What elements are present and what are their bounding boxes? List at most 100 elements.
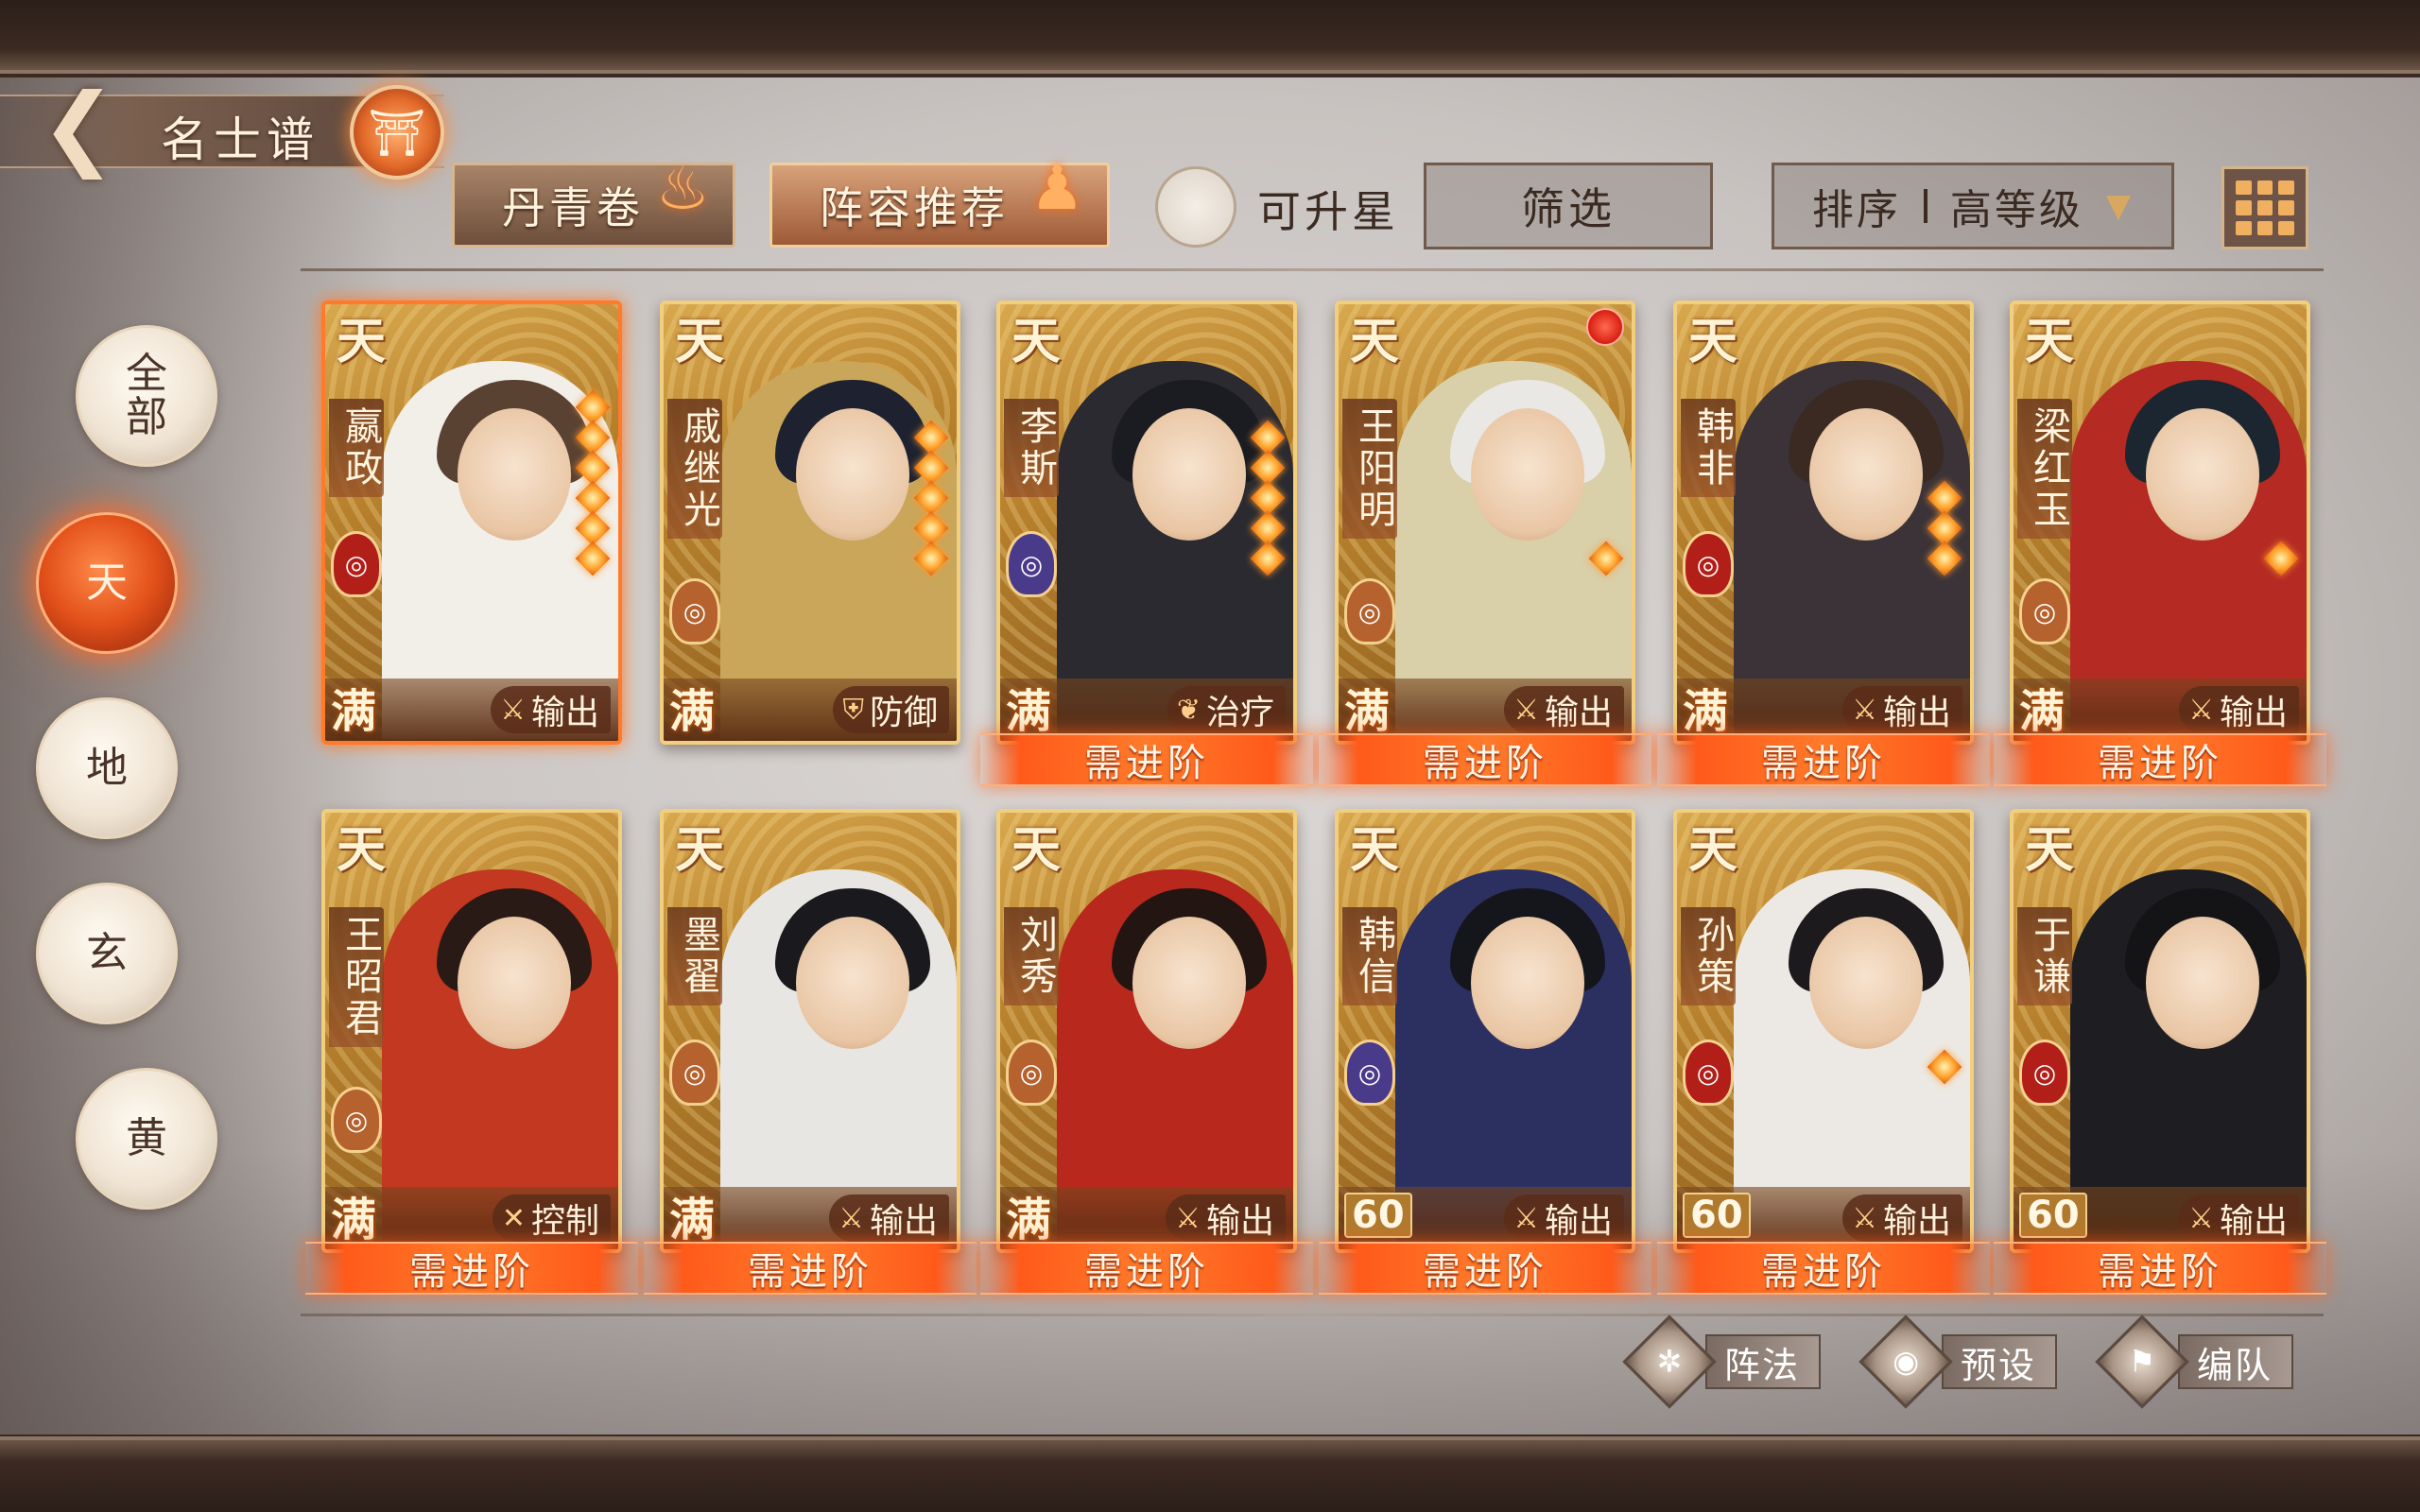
hero-role: ⚔ 输出 [1504, 686, 1624, 733]
divider-top [301, 268, 2324, 271]
tier-badge: 天 [674, 312, 724, 370]
role-label: 输出 [1882, 1202, 1951, 1241]
advance-required-banner[interactable]: 需进阶 [644, 1242, 977, 1295]
hero-face [2146, 408, 2259, 541]
formation-button[interactable]: ✲ 阵法 [1622, 1314, 1822, 1409]
arrow-left-icon: ❮ [40, 74, 117, 180]
tier-badge: 天 [1349, 312, 1399, 370]
advance-required-banner[interactable]: 需进阶 [1319, 733, 1651, 786]
role-label: 输出 [1205, 1202, 1274, 1241]
star-icon [1927, 1049, 1962, 1085]
hero-face [458, 408, 571, 541]
cross-icon: ✕ [501, 1201, 526, 1235]
hero-level: 满 [2019, 685, 2066, 738]
hero-role: ⚔ 输出 [2179, 686, 2299, 733]
advance-required-banner[interactable]: 需进阶 [305, 1242, 638, 1295]
hero-name: 刘秀 [1004, 907, 1059, 1005]
hero-face [796, 408, 909, 541]
faction-emblem-icon: ◎ [1683, 531, 1734, 597]
flame-icon: ♨ [655, 154, 714, 224]
grid-icon [2236, 180, 2252, 196]
category-0[interactable]: 全部 [76, 325, 217, 467]
hero-card[interactable]: 天于谦 ◎ 60 ⚔ 输出 [2010, 809, 2310, 1253]
team-button[interactable]: ⚑ 编队 [2095, 1314, 2294, 1409]
hero-role: ⚔ 输出 [829, 1194, 949, 1242]
hero-name: 于谦 [2017, 907, 2072, 1005]
star-rank [1588, 541, 1624, 576]
hero-name: 王阳明 [1342, 399, 1397, 539]
advance-required-banner[interactable]: 需进阶 [1319, 1242, 1651, 1295]
hero-card[interactable]: 天墨翟 ◎ 满 ⚔ 输出 [660, 809, 960, 1253]
role-label: 输出 [2219, 1202, 2288, 1241]
upgrade-star-label: 可升星 [1257, 186, 1399, 237]
hero-card[interactable]: 天王昭君 ◎ 满 ✕ 控制 [321, 809, 622, 1253]
hero-level: 满 [331, 1194, 377, 1246]
hero-name: 墨翟 [667, 907, 722, 1005]
faction-emblem-icon: ◎ [669, 578, 720, 644]
upgrade-star-toggle[interactable] [1155, 166, 1236, 248]
role-label: 治疗 [1205, 694, 1274, 732]
hero-level: 满 [1006, 1194, 1052, 1246]
advance-required-banner[interactable]: 需进阶 [980, 1242, 1313, 1295]
tab-danqing[interactable]: 丹青卷 ♨ [452, 154, 735, 248]
hero-name: 李斯 [1004, 399, 1059, 497]
back-button[interactable]: ❮ [36, 74, 121, 180]
chevron-down-icon: ▼ [2105, 187, 2135, 225]
hero-card[interactable]: 天李斯 ◎ 满 ❦ 治疗 [996, 301, 1297, 745]
tier-badge: 天 [336, 820, 386, 879]
hero-face [1471, 408, 1584, 541]
category-2[interactable]: 地 [36, 697, 178, 839]
hero-face [1471, 917, 1584, 1049]
tab-lineup-recommend[interactable]: 阵容推荐 ♟ [769, 154, 1110, 248]
hero-card[interactable]: 天梁红玉 ◎ 满 ⚔ 输出 [2010, 301, 2310, 745]
role-label: 输出 [1544, 694, 1613, 732]
star-rank [1927, 1049, 1962, 1085]
dancer-icon: ♟ [1029, 154, 1088, 224]
hero-name: 王昭君 [329, 907, 384, 1047]
preset-button[interactable]: ◉ 预设 [1858, 1314, 2058, 1409]
tier-badge: 天 [1011, 820, 1061, 879]
advance-required-banner[interactable]: 需进阶 [1994, 733, 2326, 786]
faction-emblem-icon: ◎ [2019, 578, 2070, 644]
hero-card[interactable]: 天韩信 ◎ 60 ⚔ 输出 [1335, 809, 1635, 1253]
preset-label: 预设 [1942, 1334, 2058, 1389]
hero-role: ⚔ 输出 [1504, 1194, 1624, 1242]
hero-face [458, 917, 571, 1049]
hero-name: 孙策 [1681, 907, 1736, 1005]
hero-role: ⚔ 输出 [1842, 1194, 1962, 1242]
filter-label: 筛选 [1521, 183, 1616, 234]
sort-dropdown[interactable]: 排序 高等级 ▼ [1772, 163, 2174, 249]
sword-icon: ⚔ [2188, 693, 2214, 727]
sword-icon: ⚔ [1513, 1201, 1539, 1235]
hero-name: 嬴政 [329, 399, 384, 497]
advance-required-banner[interactable]: 需进阶 [1657, 733, 1990, 786]
sword-icon: ⚔ [500, 693, 526, 727]
advance-required-banner[interactable]: 需进阶 [980, 733, 1313, 786]
filter-button[interactable]: 筛选 [1424, 163, 1713, 249]
faction-emblem-icon: ◎ [1006, 1040, 1057, 1106]
tier-badge: 天 [1687, 820, 1737, 879]
star-rank [2263, 541, 2299, 576]
hero-role: ⚔ 输出 [2179, 1194, 2299, 1242]
hero-card[interactable]: 天孙策 ◎ 60 ⚔ 输出 [1673, 809, 1974, 1253]
faction-emblem-icon: ◎ [331, 531, 382, 597]
grid-view-button[interactable] [2221, 166, 2308, 249]
advance-required-banner[interactable]: 需进阶 [1657, 1242, 1990, 1295]
hero-level: 60 [2019, 1193, 2087, 1238]
hero-card[interactable]: 天戚继光 ◎ 满 ⛨ 防御 [660, 301, 960, 745]
hero-card[interactable]: 天王阳明 ◎ 满 ⚔ 输出 [1335, 301, 1635, 745]
star-icon [1250, 541, 1286, 576]
category-4[interactable]: 黄 [76, 1068, 217, 1210]
tier-badge: 天 [1687, 312, 1737, 370]
formation-label: 阵法 [1705, 1334, 1822, 1389]
leaf-icon: ❦ [1176, 693, 1201, 727]
hero-level: 满 [1006, 685, 1052, 738]
hero-card[interactable]: 天刘秀 ◎ 满 ⚔ 输出 [996, 809, 1297, 1253]
hero-card[interactable]: 天韩非 ◎ 满 ⚔ 输出 [1673, 301, 1974, 745]
advance-required-banner[interactable]: 需进阶 [1994, 1242, 2326, 1295]
sword-icon: ⚔ [1852, 693, 1877, 727]
category-1[interactable]: 天 [36, 512, 178, 654]
hero-card[interactable]: 天嬴政 ◎ 满 ⚔ 输出 [321, 301, 622, 745]
hero-level: 满 [1344, 685, 1391, 738]
category-3[interactable]: 玄 [36, 883, 178, 1024]
